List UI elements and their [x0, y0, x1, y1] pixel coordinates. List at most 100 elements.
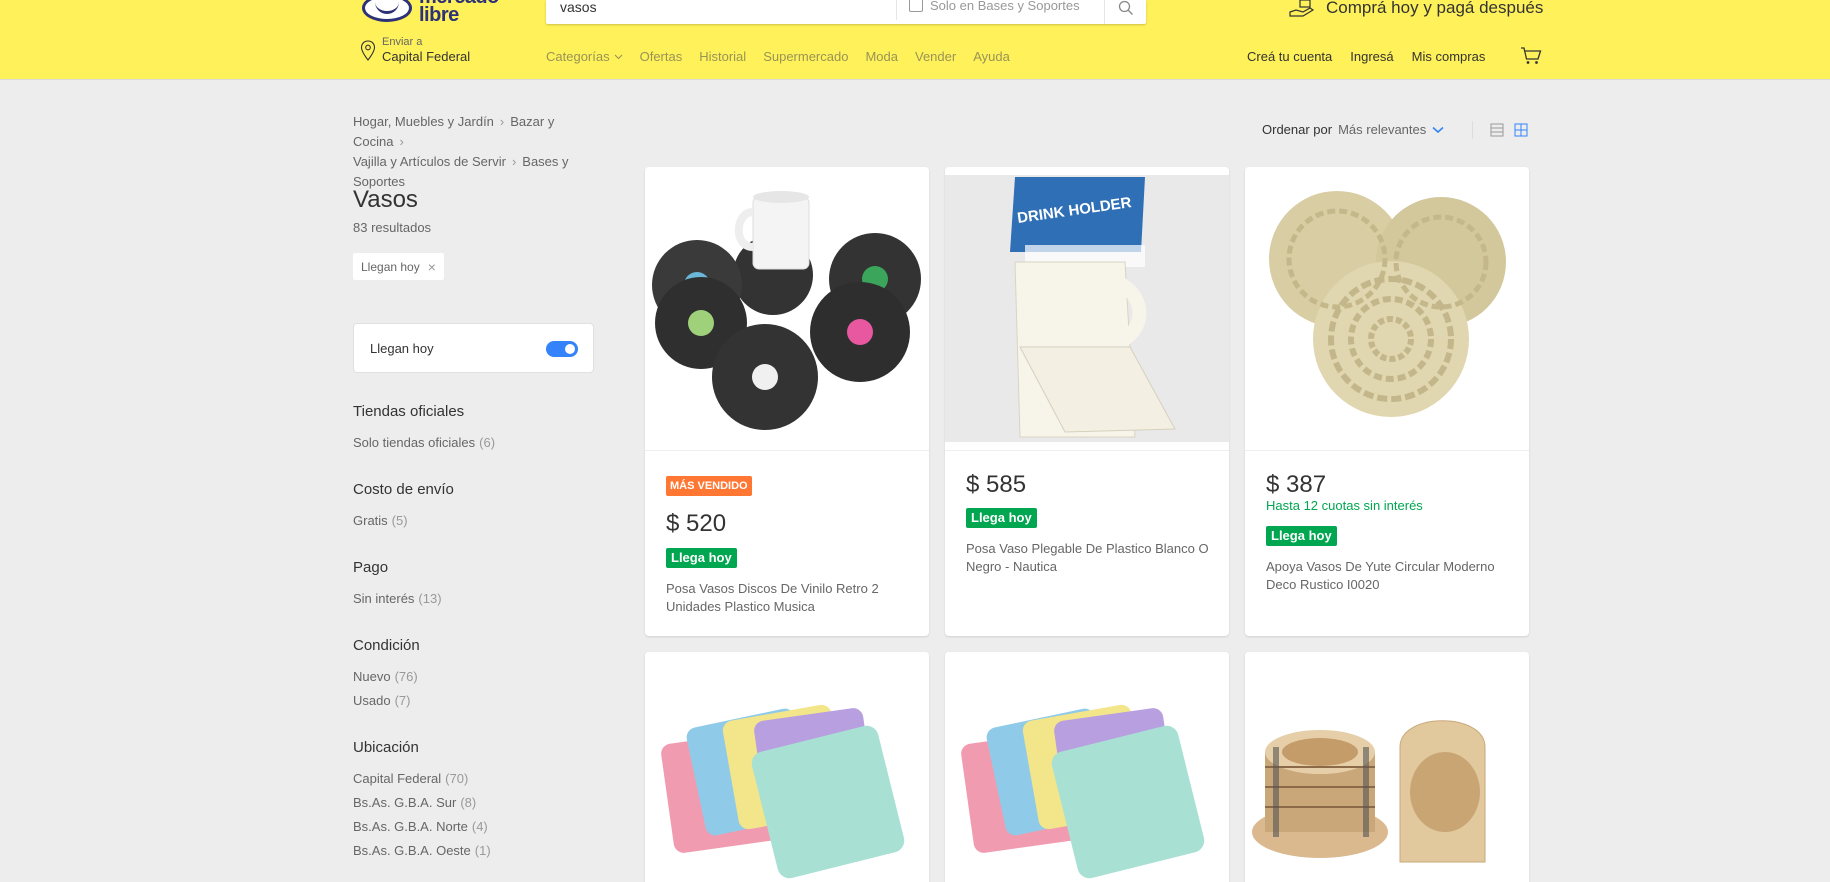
filter-item[interactable]: Nuevo (76) [353, 669, 418, 684]
breadcrumb-item[interactable]: Hogar, Muebles y Jardín [353, 114, 494, 129]
product-image[interactable] [645, 167, 929, 451]
filter-item-label: Bs.As. G.B.A. Sur [353, 795, 457, 810]
filter-item-count: (13) [418, 591, 442, 606]
grid-view-icon[interactable] [1514, 123, 1528, 137]
filter-item-label: Bs.As. G.B.A. Oeste [353, 843, 471, 858]
search-scope-checkbox[interactable] [909, 0, 923, 12]
jute-coasters-image [1269, 191, 1506, 417]
filter-title-ubicacion: Ubicación [353, 739, 419, 756]
delivery-location[interactable]: Enviar a Capital Federal [360, 36, 510, 66]
search-button[interactable] [1104, 0, 1146, 24]
filter-item-count: (70) [445, 771, 469, 786]
filter-item[interactable]: Bs.As. G.B.A. Oeste (1) [353, 843, 491, 858]
filter-item-count: (7) [394, 693, 411, 708]
close-icon[interactable]: × [428, 259, 436, 275]
product-card[interactable] [1245, 652, 1529, 882]
delivery-badge: Llega hoy [966, 508, 1037, 528]
create-account-link[interactable]: Creá tu cuenta [1247, 49, 1332, 64]
nav-moda[interactable]: Moda [865, 49, 898, 64]
same-day-toggle[interactable] [546, 341, 578, 357]
nav-categorias[interactable]: Categorías [546, 49, 623, 64]
product-image[interactable] [1245, 652, 1529, 882]
page-title: Vasos [353, 186, 418, 213]
filter-item-label: Capital Federal [353, 771, 442, 786]
product-price: $ 387 [1266, 471, 1327, 498]
drink-holder-image: DRINK HOLDER [945, 175, 1229, 442]
search-icon [1118, 0, 1133, 15]
product-image[interactable] [1245, 167, 1529, 451]
breadcrumb: Hogar, Muebles y Jardín › Bazar y Cocina › … [353, 112, 603, 192]
product-card[interactable]: DRINK HOLDER $ 585 Llega hoy Posa Vaso P… [945, 167, 1229, 636]
header: mercado libre Solo en Bases y Soportes C… [0, 0, 1830, 79]
main-nav: Categorías Ofertas Historial Supermercad… [546, 49, 1010, 64]
promo-banner[interactable]: Comprá hoy y pagá después [1288, 0, 1543, 20]
location-value: Capital Federal [382, 49, 471, 64]
login-link[interactable]: Ingresá [1350, 49, 1393, 64]
filter-item[interactable]: Sin interés (13) [353, 591, 442, 606]
sort-control[interactable]: Ordenar por Más relevantes [1262, 122, 1444, 137]
nav-supermercado[interactable]: Supermercado [763, 49, 848, 64]
filter-item[interactable]: Gratis (5) [353, 513, 408, 528]
same-day-toggle-label: Llegan hoy [370, 341, 434, 356]
search-input[interactable] [560, 0, 880, 14]
filter-item-count: (5) [391, 513, 408, 528]
mercadolibre-logo[interactable]: mercado libre [362, 0, 502, 25]
results-count: 83 resultados [353, 220, 432, 235]
search-scope-label: Solo en Bases y Soportes [930, 0, 1080, 13]
filter-item[interactable]: Bs.As. G.B.A. Norte (4) [353, 819, 488, 834]
filter-item-label: Bs.As. G.B.A. Norte [353, 819, 468, 834]
breadcrumb-item[interactable]: Vajilla y Artículos de Servir [353, 154, 506, 169]
filter-item-count: (1) [474, 843, 491, 858]
product-card[interactable] [945, 652, 1229, 882]
product-card[interactable]: MÁS VENDIDO $ 520 Llega hoy Posa Vasos D… [645, 167, 929, 636]
filter-item-count: (8) [460, 795, 477, 810]
filter-item-label: Nuevo [353, 669, 391, 684]
applied-filter-chip[interactable]: Llegan hoy × [353, 253, 444, 280]
promo-text: Comprá hoy y pagá después [1326, 0, 1544, 17]
product-card[interactable] [645, 652, 929, 882]
filter-title-tiendas: Tiendas oficiales [353, 403, 465, 420]
filter-item[interactable]: Capital Federal (70) [353, 771, 468, 786]
installments-text: Hasta 12 cuotas sin interés [1266, 498, 1423, 513]
hand-money-icon [1289, 0, 1315, 17]
product-title[interactable]: Apoya Vasos De Yute Circular Moderno Dec… [1266, 558, 1516, 594]
product-title[interactable]: Posa Vaso Plegable De Plastico Blanco O … [966, 540, 1216, 576]
product-card[interactable]: $ 387 Hasta 12 cuotas sin interés Llega … [1245, 167, 1529, 636]
nav-ayuda[interactable]: Ayuda [973, 49, 1010, 64]
filter-item-label: Usado [353, 693, 391, 708]
nav-categorias-label: Categorías [546, 49, 610, 64]
product-title[interactable]: Posa Vasos Discos De Vinilo Retro 2 Unid… [666, 580, 916, 616]
filter-item-count: (76) [394, 669, 418, 684]
same-day-toggle-card: Llegan hoy [353, 323, 594, 373]
filter-item[interactable]: Bs.As. G.B.A. Sur (8) [353, 795, 476, 810]
filter-item-count: (6) [479, 435, 496, 450]
product-price: $ 520 [666, 510, 727, 537]
user-nav: Creá tu cuenta Ingresá Mis compras [1247, 49, 1485, 64]
breadcrumb-chevron-icon: › [399, 134, 404, 149]
location-pin-icon [360, 40, 376, 61]
filter-title-condicion: Condición [353, 637, 420, 654]
nav-historial[interactable]: Historial [699, 49, 746, 64]
list-view-icon[interactable] [1490, 123, 1504, 137]
wooden-coasters-image [1252, 720, 1486, 863]
handshake-logo-icon [362, 0, 412, 22]
product-image[interactable] [945, 652, 1229, 882]
applied-filter-label: Llegan hoy [361, 259, 420, 274]
my-purchases-link[interactable]: Mis compras [1412, 49, 1486, 64]
nav-vender[interactable]: Vender [915, 49, 956, 64]
silicone-coasters-image [961, 704, 1205, 879]
cart-button[interactable] [1520, 47, 1542, 70]
product-image[interactable] [645, 652, 929, 882]
nav-ofertas[interactable]: Ofertas [640, 49, 683, 64]
best-seller-badge: MÁS VENDIDO [666, 476, 752, 496]
cart-icon [1521, 47, 1542, 64]
filter-item[interactable]: Solo tiendas oficiales (6) [353, 435, 495, 450]
chevron-down-icon [614, 54, 622, 59]
filter-item-label: Sin interés [353, 591, 415, 606]
filter-item[interactable]: Usado (7) [353, 693, 410, 708]
filter-item-count: (4) [471, 819, 488, 834]
breadcrumb-chevron-icon: › [499, 114, 505, 129]
location-label: Enviar a [382, 36, 423, 48]
sort-value: Más relevantes [1338, 122, 1427, 137]
product-image[interactable]: DRINK HOLDER [945, 167, 1229, 451]
